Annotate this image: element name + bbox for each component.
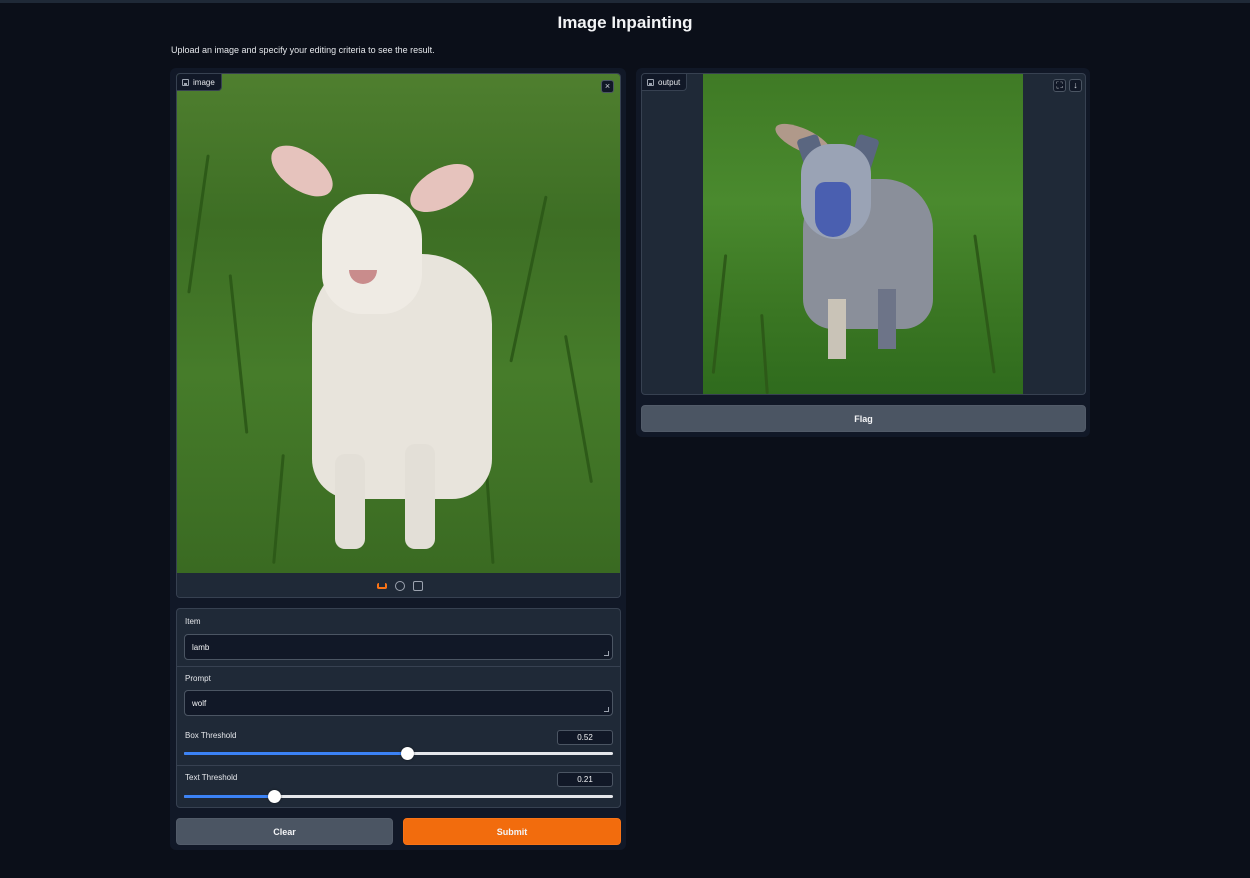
lamb-leg <box>335 454 365 549</box>
wolf-face <box>815 182 851 237</box>
prompt-input[interactable]: wolf <box>184 690 613 716</box>
image-label: image <box>177 74 222 91</box>
resize-handle-icon[interactable] <box>604 707 609 712</box>
slider-thumb[interactable] <box>401 747 415 760</box>
item-input-value: lamb <box>192 643 210 652</box>
webcam-icon[interactable] <box>394 581 405 591</box>
output-label: output <box>642 74 688 91</box>
parameters-form: Item lamb Prompt wolf Box Threshold 0.52… <box>176 608 621 808</box>
image-label-text: image <box>193 77 215 87</box>
box-threshold-slider[interactable] <box>184 747 613 760</box>
slider-fill <box>184 752 408 755</box>
output-image-block: output ⛶ ↓ <box>641 73 1086 395</box>
image-icon <box>647 78 654 86</box>
close-icon[interactable]: × <box>601 80 614 93</box>
wolf-leg <box>878 289 896 349</box>
input-image-preview <box>177 74 620 573</box>
item-label: Item <box>185 617 201 626</box>
fullscreen-icon[interactable]: ⛶ <box>1053 79 1066 92</box>
divider <box>177 765 620 766</box>
prompt-input-value: wolf <box>192 699 207 708</box>
lamb-leg <box>405 444 435 549</box>
download-icon[interactable]: ↓ <box>1069 79 1082 92</box>
top-border <box>0 0 1250 3</box>
output-label-text: output <box>658 77 681 87</box>
box-threshold-label: Box Threshold <box>185 731 237 740</box>
lamb-head <box>322 194 422 314</box>
clipboard-icon[interactable] <box>412 581 423 591</box>
prompt-label: Prompt <box>185 674 211 683</box>
item-input[interactable]: lamb <box>184 634 613 660</box>
divider <box>177 666 620 667</box>
text-threshold-number[interactable]: 0.21 <box>557 772 613 787</box>
image-icon <box>182 78 189 86</box>
upload-icon[interactable] <box>376 583 387 589</box>
resize-handle-icon[interactable] <box>604 651 609 656</box>
wolf-leg <box>828 299 846 359</box>
input-panel: image × Item lamb Prompt wolf Box Thresh… <box>170 68 626 850</box>
box-threshold-number[interactable]: 0.52 <box>557 730 613 745</box>
output-image-preview <box>703 74 1023 394</box>
text-threshold-label: Text Threshold <box>185 773 238 782</box>
image-source-bar <box>177 573 620 597</box>
lamb-ear-left <box>262 135 342 207</box>
submit-button[interactable]: Submit <box>403 818 621 845</box>
lamb-ear-right <box>402 154 482 222</box>
clear-button[interactable]: Clear <box>176 818 393 845</box>
output-panel: output ⛶ ↓ Flag <box>636 68 1090 437</box>
page-title: Image Inpainting <box>557 13 693 32</box>
slider-thumb[interactable] <box>268 790 282 803</box>
text-threshold-slider[interactable] <box>184 790 613 803</box>
page-description: Upload an image and specify your editing… <box>171 45 435 55</box>
image-input[interactable]: image × <box>176 73 621 598</box>
slider-fill <box>184 795 275 798</box>
flag-button[interactable]: Flag <box>641 405 1086 432</box>
